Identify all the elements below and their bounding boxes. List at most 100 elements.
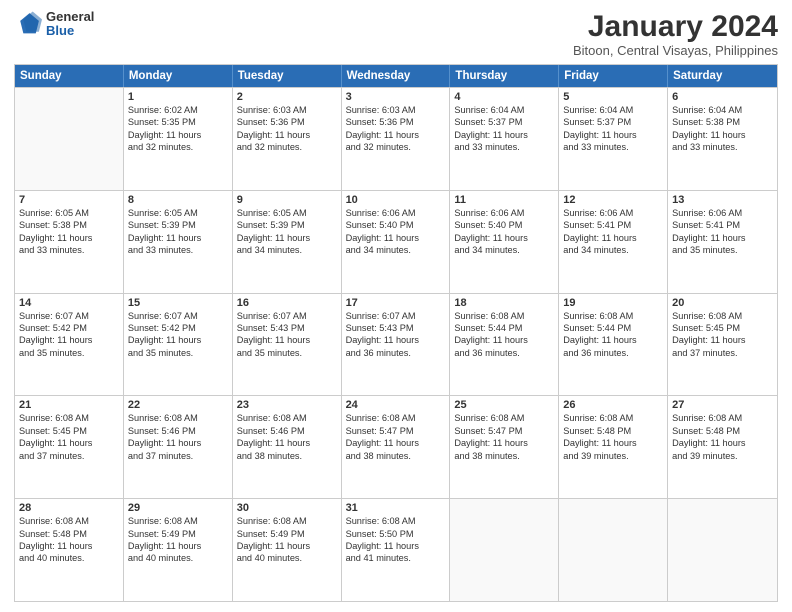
daylight-minutes: and 33 minutes. (128, 244, 228, 256)
daylight-text: Daylight: 11 hours (454, 232, 554, 244)
cal-week-2: 7 Sunrise: 6:05 AM Sunset: 5:38 PM Dayli… (15, 190, 777, 293)
day-number: 25 (454, 399, 554, 411)
sunset-text: Sunset: 5:37 PM (563, 116, 663, 128)
daylight-minutes: and 34 minutes. (454, 244, 554, 256)
sunset-text: Sunset: 5:38 PM (19, 219, 119, 231)
sunrise-text: Sunrise: 6:04 AM (672, 104, 773, 116)
cal-cell: 20 Sunrise: 6:08 AM Sunset: 5:45 PM Dayl… (668, 294, 777, 396)
daylight-text: Daylight: 11 hours (19, 334, 119, 346)
sunset-text: Sunset: 5:46 PM (128, 425, 228, 437)
sunrise-text: Sunrise: 6:08 AM (563, 310, 663, 322)
daylight-minutes: and 37 minutes. (128, 450, 228, 462)
cal-header-thursday: Thursday (450, 65, 559, 87)
calendar: SundayMondayTuesdayWednesdayThursdayFrid… (14, 64, 778, 602)
daylight-text: Daylight: 11 hours (672, 437, 773, 449)
day-number: 8 (128, 194, 228, 206)
sunset-text: Sunset: 5:36 PM (346, 116, 446, 128)
sunset-text: Sunset: 5:47 PM (346, 425, 446, 437)
cal-cell: 3 Sunrise: 6:03 AM Sunset: 5:36 PM Dayli… (342, 88, 451, 190)
daylight-text: Daylight: 11 hours (237, 437, 337, 449)
sunset-text: Sunset: 5:41 PM (672, 219, 773, 231)
cal-cell: 22 Sunrise: 6:08 AM Sunset: 5:46 PM Dayl… (124, 396, 233, 498)
sunrise-text: Sunrise: 6:06 AM (346, 207, 446, 219)
daylight-text: Daylight: 11 hours (237, 129, 337, 141)
daylight-minutes: and 35 minutes. (672, 244, 773, 256)
cal-cell: 2 Sunrise: 6:03 AM Sunset: 5:36 PM Dayli… (233, 88, 342, 190)
sunset-text: Sunset: 5:48 PM (19, 528, 119, 540)
sunrise-text: Sunrise: 6:05 AM (237, 207, 337, 219)
calendar-body: 1 Sunrise: 6:02 AM Sunset: 5:35 PM Dayli… (15, 87, 777, 601)
sunrise-text: Sunrise: 6:04 AM (454, 104, 554, 116)
sunrise-text: Sunrise: 6:03 AM (346, 104, 446, 116)
day-number: 14 (19, 297, 119, 309)
cal-cell: 18 Sunrise: 6:08 AM Sunset: 5:44 PM Dayl… (450, 294, 559, 396)
daylight-text: Daylight: 11 hours (346, 129, 446, 141)
daylight-minutes: and 38 minutes. (454, 450, 554, 462)
daylight-minutes: and 39 minutes. (563, 450, 663, 462)
sunrise-text: Sunrise: 6:06 AM (672, 207, 773, 219)
main-title: January 2024 (573, 10, 778, 43)
day-number: 11 (454, 194, 554, 206)
sunset-text: Sunset: 5:49 PM (128, 528, 228, 540)
day-number: 13 (672, 194, 773, 206)
cal-cell (668, 499, 777, 601)
day-number: 10 (346, 194, 446, 206)
sunset-text: Sunset: 5:41 PM (563, 219, 663, 231)
sunset-text: Sunset: 5:39 PM (128, 219, 228, 231)
daylight-minutes: and 36 minutes. (563, 347, 663, 359)
cal-cell: 11 Sunrise: 6:06 AM Sunset: 5:40 PM Dayl… (450, 191, 559, 293)
sunrise-text: Sunrise: 6:08 AM (128, 412, 228, 424)
cal-cell: 5 Sunrise: 6:04 AM Sunset: 5:37 PM Dayli… (559, 88, 668, 190)
sunrise-text: Sunrise: 6:03 AM (237, 104, 337, 116)
day-number: 28 (19, 502, 119, 514)
cal-header-tuesday: Tuesday (233, 65, 342, 87)
day-number: 18 (454, 297, 554, 309)
day-number: 24 (346, 399, 446, 411)
sunrise-text: Sunrise: 6:08 AM (237, 515, 337, 527)
daylight-minutes: and 38 minutes. (346, 450, 446, 462)
cal-cell: 25 Sunrise: 6:08 AM Sunset: 5:47 PM Dayl… (450, 396, 559, 498)
day-number: 22 (128, 399, 228, 411)
cal-cell: 27 Sunrise: 6:08 AM Sunset: 5:48 PM Dayl… (668, 396, 777, 498)
sunset-text: Sunset: 5:40 PM (346, 219, 446, 231)
sunrise-text: Sunrise: 6:08 AM (454, 310, 554, 322)
daylight-text: Daylight: 11 hours (672, 334, 773, 346)
cal-cell: 15 Sunrise: 6:07 AM Sunset: 5:42 PM Dayl… (124, 294, 233, 396)
sunrise-text: Sunrise: 6:08 AM (346, 515, 446, 527)
cal-week-4: 21 Sunrise: 6:08 AM Sunset: 5:45 PM Dayl… (15, 395, 777, 498)
daylight-minutes: and 40 minutes. (19, 552, 119, 564)
sunset-text: Sunset: 5:36 PM (237, 116, 337, 128)
day-number: 9 (237, 194, 337, 206)
daylight-minutes: and 33 minutes. (563, 141, 663, 153)
cal-cell (559, 499, 668, 601)
daylight-minutes: and 34 minutes. (237, 244, 337, 256)
daylight-minutes: and 37 minutes. (19, 450, 119, 462)
daylight-minutes: and 32 minutes. (128, 141, 228, 153)
day-number: 30 (237, 502, 337, 514)
cal-cell: 10 Sunrise: 6:06 AM Sunset: 5:40 PM Dayl… (342, 191, 451, 293)
cal-cell: 13 Sunrise: 6:06 AM Sunset: 5:41 PM Dayl… (668, 191, 777, 293)
daylight-text: Daylight: 11 hours (128, 129, 228, 141)
daylight-minutes: and 34 minutes. (563, 244, 663, 256)
sunrise-text: Sunrise: 6:05 AM (128, 207, 228, 219)
daylight-text: Daylight: 11 hours (128, 540, 228, 552)
sunset-text: Sunset: 5:44 PM (563, 322, 663, 334)
daylight-minutes: and 33 minutes. (19, 244, 119, 256)
sunset-text: Sunset: 5:40 PM (454, 219, 554, 231)
calendar-header-row: SundayMondayTuesdayWednesdayThursdayFrid… (15, 65, 777, 87)
daylight-minutes: and 39 minutes. (672, 450, 773, 462)
day-number: 16 (237, 297, 337, 309)
sunset-text: Sunset: 5:35 PM (128, 116, 228, 128)
cal-cell (15, 88, 124, 190)
daylight-minutes: and 33 minutes. (672, 141, 773, 153)
cal-header-monday: Monday (124, 65, 233, 87)
day-number: 29 (128, 502, 228, 514)
cal-cell: 28 Sunrise: 6:08 AM Sunset: 5:48 PM Dayl… (15, 499, 124, 601)
cal-cell: 30 Sunrise: 6:08 AM Sunset: 5:49 PM Dayl… (233, 499, 342, 601)
daylight-minutes: and 41 minutes. (346, 552, 446, 564)
day-number: 12 (563, 194, 663, 206)
daylight-minutes: and 36 minutes. (454, 347, 554, 359)
day-number: 5 (563, 91, 663, 103)
cal-cell: 26 Sunrise: 6:08 AM Sunset: 5:48 PM Dayl… (559, 396, 668, 498)
day-number: 1 (128, 91, 228, 103)
